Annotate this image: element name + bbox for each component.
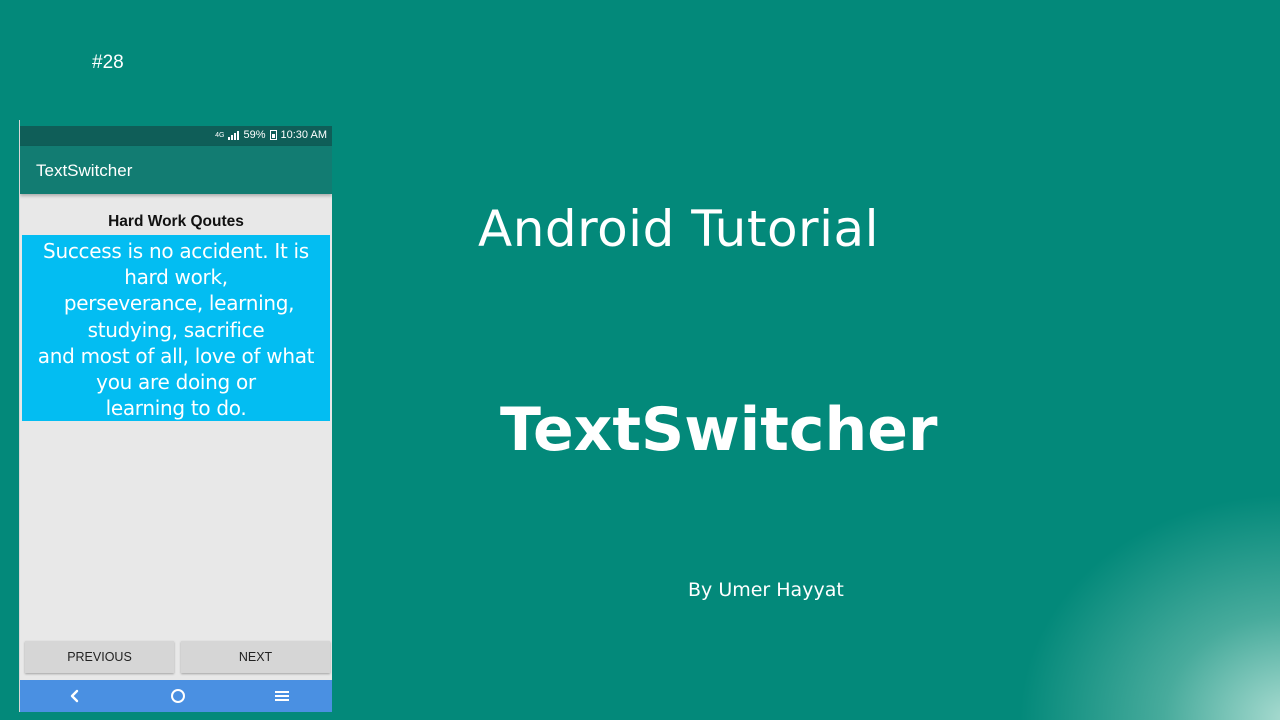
status-bar: 4G 59% 10:30 AM — [20, 126, 332, 146]
phone-screen: 4G 59% 10:30 AM TextSwitcher Hard Work Q… — [20, 120, 332, 712]
battery-percent: 59% — [243, 129, 266, 141]
quote-line: and most of all, love of what — [37, 343, 315, 368]
status-indicators: 4G 59% 10:30 AM — [215, 129, 327, 141]
back-icon[interactable] — [60, 680, 90, 712]
menu-icon[interactable] — [267, 680, 297, 712]
text-switcher: Success is no accident. It is hard work,… — [22, 235, 330, 421]
home-icon[interactable] — [163, 680, 193, 712]
episode-number: #28 — [92, 52, 124, 73]
slide-subtitle: Android Tutorial — [478, 200, 880, 258]
status-time: 10:30 AM — [280, 129, 327, 141]
navigation-bar — [20, 680, 332, 712]
network-label: 4G — [215, 131, 225, 139]
battery-icon — [269, 130, 277, 140]
quote-line: you are doing or — [96, 370, 256, 395]
app-title: TextSwitcher — [36, 161, 133, 180]
quote-line: studying, sacrifice — [87, 317, 265, 342]
quote-line: Success is no accident. It is — [43, 239, 309, 263]
next-button[interactable]: NEXT — [181, 641, 330, 673]
action-bar: TextSwitcher — [20, 146, 332, 194]
previous-button[interactable]: PREVIOUS — [25, 641, 174, 673]
slide-byline: By Umer Hayyat — [688, 579, 844, 601]
quote-line: hard work, — [124, 265, 228, 290]
quote-text: Success is no accident. It is hard work,… — [22, 235, 330, 421]
quote-heading: Hard Work Qoutes — [108, 213, 244, 230]
quote-line: perseverance, learning, — [57, 291, 295, 316]
signal-icon — [228, 130, 240, 140]
slide-title: TextSwitcher — [500, 395, 938, 465]
quote-line: learning to do. — [105, 396, 247, 421]
